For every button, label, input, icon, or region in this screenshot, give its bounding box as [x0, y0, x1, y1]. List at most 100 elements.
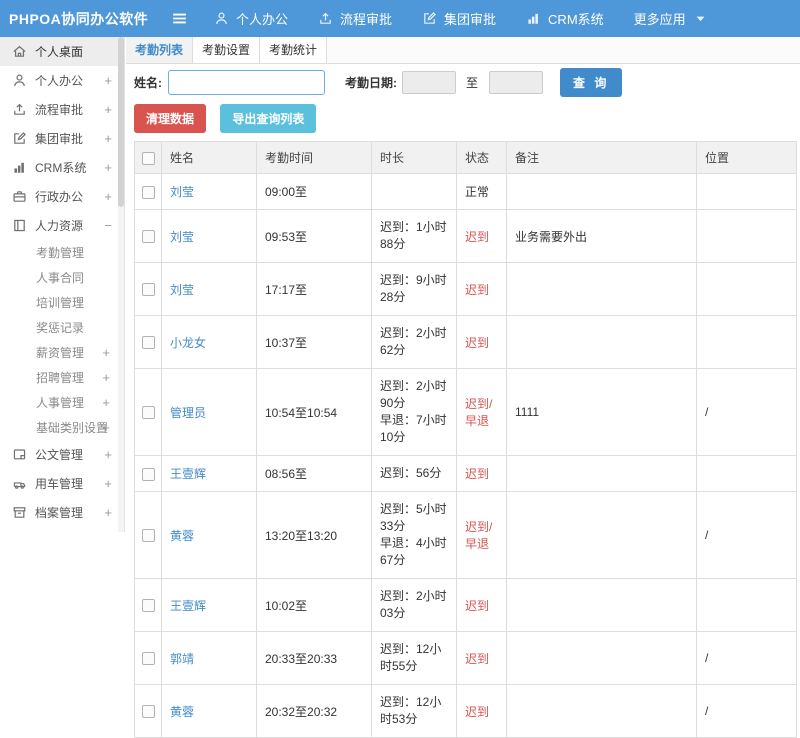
expand-plus-icon[interactable]: +: [102, 420, 110, 435]
sidebar-item[interactable]: 档案管理 +: [0, 498, 124, 527]
expand-plus-icon[interactable]: +: [104, 505, 112, 520]
employee-name-link[interactable]: 郭靖: [170, 652, 194, 666]
query-button[interactable]: 查 询: [560, 68, 623, 97]
chart-icon: [526, 11, 541, 26]
export-list-button[interactable]: 导出查询列表: [220, 104, 317, 133]
employee-name-link[interactable]: 黄蓉: [170, 705, 194, 719]
sidebar-item[interactable]: 用车管理 +: [0, 469, 124, 498]
tab-attendance-settings[interactable]: 考勤设置: [193, 37, 260, 63]
employee-name-link[interactable]: 小龙女: [170, 336, 206, 350]
topnav-item[interactable]: 更多应用: [634, 9, 708, 28]
location-cell: [696, 262, 797, 316]
sidebar-subitem[interactable]: 培训管理: [0, 290, 124, 315]
expand-plus-icon[interactable]: +: [104, 160, 112, 175]
row-checkbox[interactable]: [141, 467, 155, 481]
column-header: 备注: [506, 141, 697, 174]
sidebar-item-label: 流程审批: [35, 103, 84, 117]
expand-plus-icon[interactable]: +: [104, 102, 112, 117]
topnav-item-label: 更多应用: [633, 12, 686, 27]
row-checkbox[interactable]: [141, 230, 155, 244]
expand-plus-icon[interactable]: +: [104, 73, 112, 88]
employee-name-link[interactable]: 黄蓉: [170, 529, 194, 543]
location-cell: [696, 455, 797, 492]
sidebar-item[interactable]: 集团审批 +: [0, 124, 124, 153]
sidebar-item[interactable]: 个人桌面: [0, 37, 124, 66]
tab-attendance-list[interactable]: 考勤列表: [126, 37, 193, 63]
expand-plus-icon[interactable]: +: [104, 476, 112, 491]
clean-data-button[interactable]: 清理数据: [134, 104, 207, 133]
sidebar-scrollbar[interactable]: [118, 37, 124, 532]
sidebar-subitem[interactable]: 奖惩记录: [0, 315, 124, 340]
sidebar-item-label: 个人桌面: [35, 45, 84, 59]
sidebar-item[interactable]: 项目管理+: [0, 527, 124, 532]
row-checkbox[interactable]: [141, 336, 155, 350]
select-all-checkbox[interactable]: [141, 151, 155, 165]
sidebar-item[interactable]: 人力资源 −: [0, 211, 124, 240]
date-to-input[interactable]: [489, 71, 544, 94]
sidebar-item[interactable]: 流程审批 +: [0, 95, 124, 124]
expand-plus-icon[interactable]: +: [102, 370, 110, 385]
sidebar-subitem[interactable]: 考勤管理: [0, 240, 124, 265]
duration-line: 迟到：2小时62分: [380, 326, 447, 357]
employee-name-link[interactable]: 刘莹: [170, 185, 194, 199]
topnav-item[interactable]: CRM系统: [526, 9, 604, 28]
name-cell: 黄蓉: [161, 491, 257, 579]
row-checkbox[interactable]: [141, 185, 155, 199]
name-cell: 黄蓉: [161, 684, 257, 738]
topnav-item[interactable]: 流程审批: [318, 9, 392, 28]
duration-line: 迟到：56分: [380, 466, 442, 480]
status-cell: 迟到: [456, 684, 507, 738]
row-checkbox[interactable]: [141, 599, 155, 613]
sidebar-item[interactable]: CRM系统 +: [0, 153, 124, 182]
date-from-input[interactable]: [402, 71, 456, 94]
sidebar-subitem[interactable]: 薪资管理 +: [0, 340, 124, 365]
employee-name-link[interactable]: 管理员: [170, 406, 206, 420]
user-icon: [12, 73, 27, 88]
sidebar-subitem-label: 考勤管理: [36, 246, 85, 260]
employee-name-link[interactable]: 王壹辉: [170, 467, 206, 481]
tab-attendance-stats[interactable]: 考勤统计: [260, 37, 327, 63]
employee-name-link[interactable]: 刘莹: [170, 230, 194, 244]
sidebar-subitem[interactable]: 人事管理 +: [0, 390, 124, 415]
sidebar-item[interactable]: 个人办公 +: [0, 66, 124, 95]
row-checkbox[interactable]: [141, 283, 155, 297]
book-icon: [12, 218, 27, 233]
row-checkbox[interactable]: [141, 705, 155, 719]
collapse-minus-icon[interactable]: −: [104, 218, 112, 233]
row-checkbox[interactable]: [141, 406, 155, 420]
expand-plus-icon[interactable]: +: [102, 345, 110, 360]
user-icon: [214, 11, 229, 26]
sidebar-subitem[interactable]: 基础类别设置 +: [0, 415, 124, 440]
hamburger-menu-icon[interactable]: [171, 10, 188, 27]
employee-name-link[interactable]: 王壹辉: [170, 599, 206, 613]
sidebar-item[interactable]: 行政办公 +: [0, 182, 124, 211]
expand-plus-icon[interactable]: +: [104, 189, 112, 204]
top-nav-menu: 个人办公 流程审批 集团审批 CRM系统 更多应用: [214, 9, 738, 28]
sidebar: 个人桌面 个人办公 + 流程审批 + 集团审批 + CRM系统 + 行政办公 + 人力资源 − 考勤管理人…: [0, 37, 125, 532]
status-badge: 迟到/早退: [465, 397, 493, 428]
row-checkbox[interactable]: [141, 652, 155, 666]
expand-plus-icon[interactable]: +: [104, 131, 112, 146]
employee-name-link[interactable]: 刘莹: [170, 283, 194, 297]
table-row: 郭靖 20:33至20:33 迟到：12小时55分 迟到 /: [134, 631, 797, 685]
name-input[interactable]: [168, 70, 325, 95]
topnav-item[interactable]: 集团审批: [422, 9, 496, 28]
sidebar-item[interactable]: 公文管理 +: [0, 440, 124, 469]
duration-cell: 迟到：5小时33分 早退：4小时67分: [371, 491, 457, 579]
status-cell: 迟到: [456, 262, 507, 316]
topnav-item[interactable]: 个人办公: [214, 9, 288, 28]
row-checkbox-cell: [134, 578, 162, 632]
status-badge: 迟到: [465, 651, 490, 666]
row-checkbox[interactable]: [141, 529, 155, 543]
share-icon: [12, 102, 27, 117]
remark-cell: [506, 578, 697, 632]
doc-icon: [12, 447, 27, 462]
sidebar-subitem[interactable]: 人事合同: [0, 265, 124, 290]
expand-plus-icon[interactable]: +: [102, 395, 110, 410]
sidebar-subitem[interactable]: 招聘管理 +: [0, 365, 124, 390]
date-to-separator: 至: [466, 76, 479, 90]
row-checkbox-cell: [134, 262, 162, 316]
expand-plus-icon[interactable]: +: [104, 447, 112, 462]
column-header: 状态: [456, 141, 507, 174]
sidebar-scrollbar-thumb[interactable]: [118, 37, 124, 207]
